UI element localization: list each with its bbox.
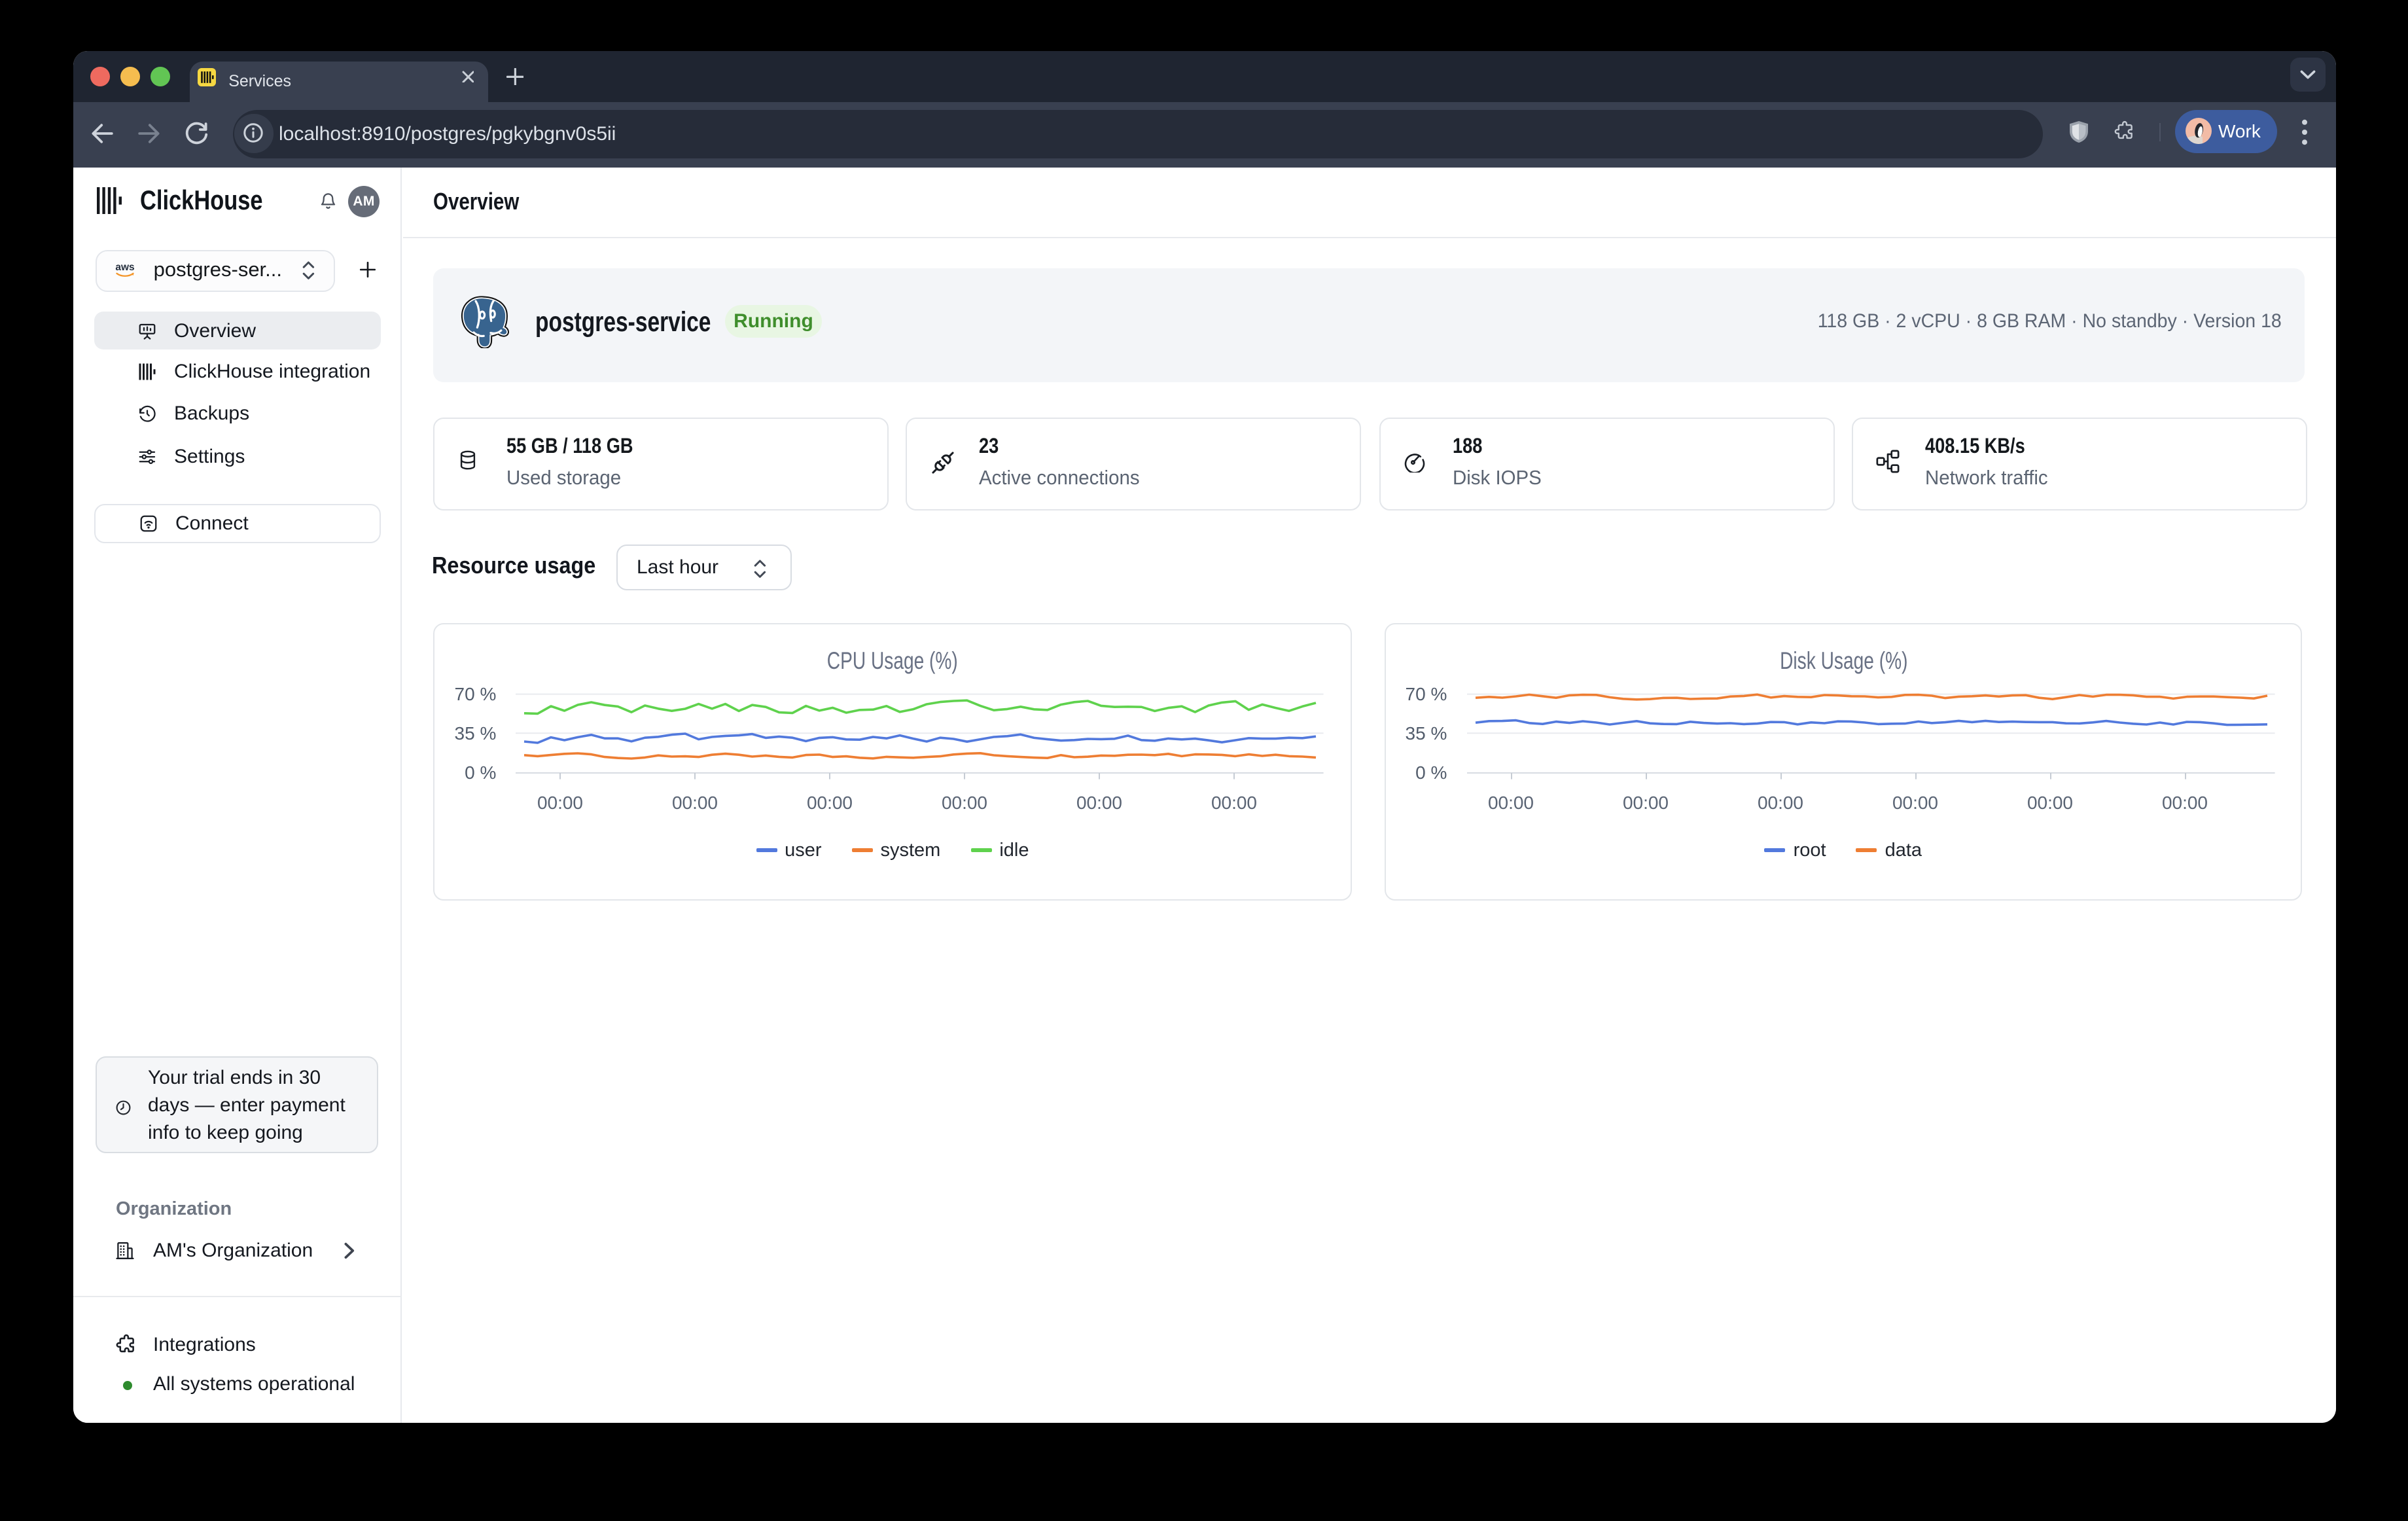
svg-text:aws: aws (115, 262, 133, 274)
